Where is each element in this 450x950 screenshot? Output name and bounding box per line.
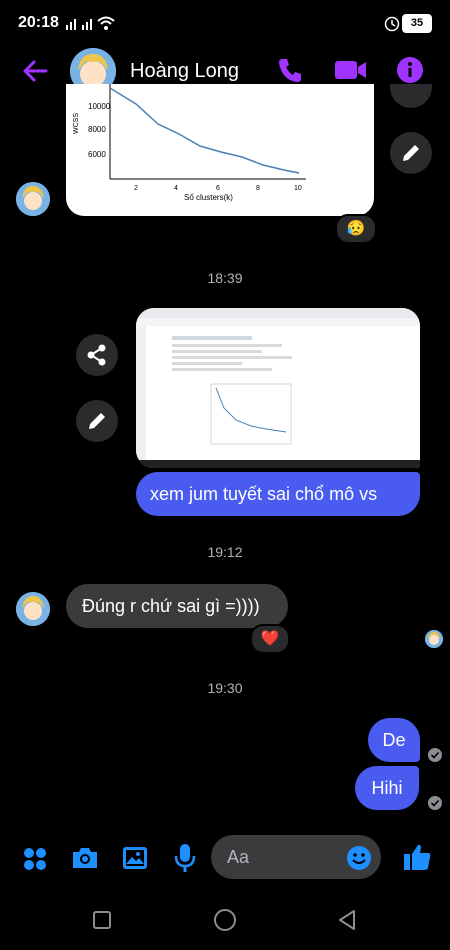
share-button[interactable] bbox=[76, 334, 118, 376]
edit-button[interactable] bbox=[390, 132, 432, 174]
emoji-icon[interactable] bbox=[346, 845, 372, 871]
check-icon bbox=[430, 751, 440, 759]
status-time: 20:18 bbox=[18, 14, 59, 31]
message-outgoing[interactable]: xem jum tuyết sai chổ mô vs bbox=[136, 472, 420, 516]
image-message-chart[interactable]: 10000 8000 6000 WCSS 2 4 6 8 10 Số clust… bbox=[66, 84, 374, 216]
microphone-icon[interactable] bbox=[172, 842, 198, 874]
xtick-4: 4 bbox=[174, 185, 178, 192]
xtick-6: 6 bbox=[216, 185, 220, 192]
system-nav-bar bbox=[0, 892, 450, 950]
chart-ylabel: WCSS bbox=[73, 113, 80, 134]
input-placeholder: Aa bbox=[227, 847, 250, 867]
battery-indicator: 35 bbox=[402, 14, 432, 33]
timestamp: 19:12 bbox=[207, 544, 243, 560]
camera-icon[interactable] bbox=[70, 844, 100, 872]
xtick-10: 10 bbox=[294, 185, 302, 192]
check-icon bbox=[430, 799, 440, 807]
sender-avatar[interactable] bbox=[16, 182, 50, 216]
edit-button[interactable] bbox=[76, 400, 118, 442]
pencil-icon bbox=[89, 413, 105, 429]
info-icon[interactable] bbox=[396, 56, 424, 84]
apps-grid-icon[interactable] bbox=[22, 846, 48, 872]
chart-screenshot: 10000 8000 6000 WCSS 2 4 6 8 10 Số clust… bbox=[73, 84, 306, 202]
back-arrow-icon[interactable] bbox=[20, 56, 50, 86]
code-screenshot bbox=[136, 308, 420, 468]
avatar-image-icon bbox=[425, 630, 443, 648]
ytick-10000: 10000 bbox=[88, 102, 111, 111]
ytick-6000: 6000 bbox=[88, 150, 106, 159]
read-receipt-avatar bbox=[425, 630, 443, 648]
ytick-8000: 8000 bbox=[88, 125, 106, 134]
sent-check-icon bbox=[428, 748, 442, 762]
recent-apps-icon[interactable] bbox=[92, 910, 112, 930]
message-incoming[interactable]: Đúng r chứ sai gì =)))) bbox=[66, 584, 288, 628]
gallery-icon[interactable] bbox=[121, 844, 149, 872]
xtick-2: 2 bbox=[134, 185, 138, 192]
alarm-icon bbox=[384, 16, 400, 32]
image-message-screenshot[interactable] bbox=[136, 308, 420, 468]
video-call-icon[interactable] bbox=[334, 58, 368, 82]
sender-avatar[interactable] bbox=[16, 592, 50, 626]
thumbs-up-icon[interactable] bbox=[402, 842, 432, 872]
avatar-image-icon bbox=[16, 592, 50, 626]
phone-icon[interactable] bbox=[276, 56, 304, 84]
timestamp: 18:39 bbox=[207, 270, 243, 286]
home-icon[interactable] bbox=[213, 908, 237, 932]
share-button-partial[interactable] bbox=[390, 84, 432, 108]
timestamp: 19:30 bbox=[207, 680, 243, 696]
chart-xlabel: Số clusters(k) bbox=[184, 193, 233, 202]
back-icon[interactable] bbox=[336, 909, 358, 931]
message-outgoing[interactable]: Hihi bbox=[355, 766, 419, 810]
status-bar: 20:18 35 bbox=[0, 0, 450, 48]
reaction-badge[interactable]: ❤️ bbox=[250, 624, 290, 654]
reaction-badge[interactable]: 😥 bbox=[335, 214, 377, 244]
pencil-icon bbox=[403, 145, 419, 161]
xtick-8: 8 bbox=[256, 185, 260, 192]
avatar-image-icon bbox=[16, 182, 50, 216]
signal-wifi-icon bbox=[66, 16, 115, 30]
contact-name[interactable]: Hoàng Long bbox=[130, 60, 239, 83]
sent-check-icon bbox=[428, 796, 442, 810]
message-outgoing[interactable]: De bbox=[368, 718, 420, 762]
share-icon bbox=[87, 344, 106, 366]
